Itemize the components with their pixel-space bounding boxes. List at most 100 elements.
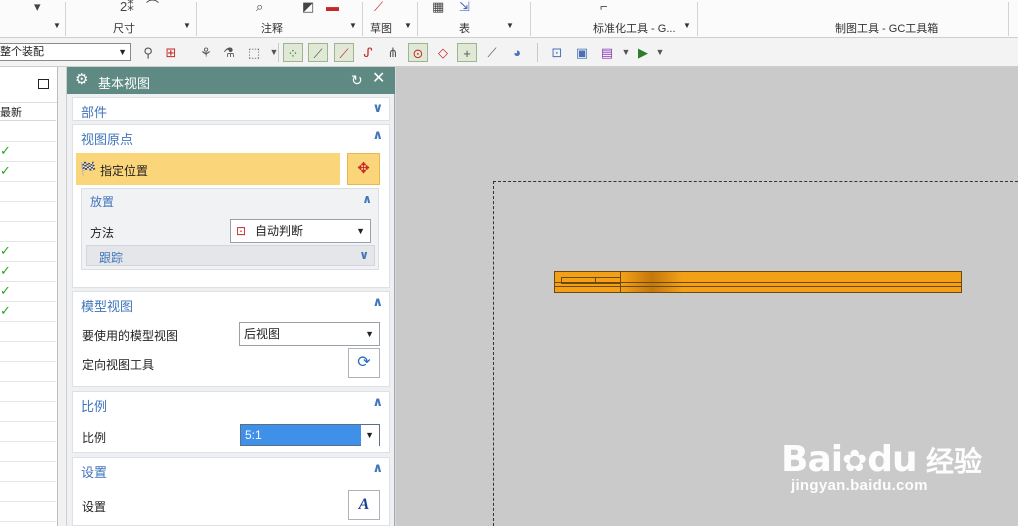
navigator-row[interactable]: [0, 222, 56, 242]
sketch-line-icon[interactable]: ⟋: [374, 0, 383, 14]
chevron-down-icon[interactable]: ∨: [359, 248, 369, 262]
point-on-curve-icon[interactable]: ⟋: [482, 43, 502, 62]
settings-button[interactable]: A: [348, 490, 380, 520]
navigator-row[interactable]: ✓: [0, 262, 56, 282]
datum-icon[interactable]: ▬: [326, 0, 339, 14]
watermark-brand-2: du: [867, 439, 917, 480]
group-dropdown-icon[interactable]: ▼: [53, 21, 61, 30]
navigator-row[interactable]: [0, 182, 56, 202]
ribbon-separator: [362, 2, 363, 36]
specify-location-label: 指定位置: [100, 164, 149, 178]
ribbon-separator: [530, 2, 531, 36]
line-snap-icon[interactable]: ⟋: [308, 43, 328, 62]
chevron-up-icon[interactable]: ∧: [372, 394, 383, 410]
specify-location-row[interactable]: 🏁 指定位置: [76, 153, 340, 185]
group-dropdown-icon[interactable]: ▼: [404, 21, 412, 30]
ribbon-separator: [417, 2, 418, 36]
chevron-down-icon[interactable]: ▾: [34, 0, 41, 14]
check-icon: ✓: [0, 263, 11, 278]
view-image-icon[interactable]: ▣: [572, 43, 592, 62]
section-header-model-view[interactable]: 模型视图 ∧: [73, 292, 389, 314]
section-header-scale[interactable]: 比例 ∧: [73, 392, 389, 414]
image-icon[interactable]: ◩: [302, 0, 314, 14]
assembly-select-icon[interactable]: ⚘: [196, 43, 216, 62]
group-label-sketch: 草图: [370, 23, 392, 35]
model-view-select[interactable]: 后视图 ▼: [239, 322, 380, 346]
group-dropdown-icon[interactable]: ▼: [183, 21, 191, 30]
midpoint-snap-icon[interactable]: ⟋: [334, 43, 354, 62]
navigator-row[interactable]: ✓: [0, 302, 56, 322]
navigator-row[interactable]: [0, 122, 56, 142]
section-title-view-origin: 视图原点: [81, 132, 134, 147]
layout-icon[interactable]: ▤: [597, 43, 617, 62]
navigator-row[interactable]: [0, 382, 56, 402]
standard-tool-icon[interactable]: ⌐: [600, 0, 608, 14]
drawing-canvas[interactable]: Bai✿du 经验 jingyan.baidu.com: [396, 67, 1018, 526]
navigator-row[interactable]: [0, 502, 56, 522]
select-filter-icon[interactable]: ⊞: [161, 43, 181, 62]
chevron-up-icon[interactable]: ∧: [362, 192, 372, 206]
navigator-row[interactable]: [0, 482, 56, 502]
orient-view-tool-button[interactable]: ⟳: [348, 348, 380, 378]
group-dropdown-icon[interactable]: ▼: [683, 21, 691, 30]
section-header-settings[interactable]: 设置 ∧: [73, 458, 389, 480]
navigator-row[interactable]: ✓: [0, 162, 56, 182]
method-select[interactable]: ⊡ 自动判断 ▼: [230, 219, 371, 243]
rectangle-select-icon[interactable]: ⬚: [244, 43, 264, 62]
point-on-surface-icon[interactable]: ◕: [507, 43, 527, 62]
navigator-row[interactable]: ✓: [0, 282, 56, 302]
center-snap-icon[interactable]: ⊙: [408, 43, 428, 62]
note-icon[interactable]: ⌕: [256, 0, 263, 14]
view-preview-part[interactable]: [554, 271, 962, 293]
scale-select[interactable]: 5:1 ▼: [240, 424, 380, 447]
gear-icon[interactable]: ⚙: [75, 71, 88, 89]
placement-title[interactable]: 放置: [90, 193, 114, 210]
assembly-filter-select[interactable]: 整个装配 ▼: [0, 43, 131, 61]
tracking-label: 跟踪: [99, 251, 124, 265]
reset-icon[interactable]: ↻: [351, 71, 363, 89]
navigator-row[interactable]: [0, 442, 56, 462]
dimension-icon[interactable]: 2⁑: [120, 0, 134, 14]
component-select-icon[interactable]: ⚗: [219, 43, 239, 62]
navigator-row[interactable]: ✓: [0, 242, 56, 262]
check-icon: ✓: [0, 283, 11, 298]
navigator-row[interactable]: [0, 342, 56, 362]
navigator-row[interactable]: [0, 402, 56, 422]
quadrant-snap-icon[interactable]: ◇: [433, 43, 453, 62]
section-header-part[interactable]: 部件 ∨: [73, 98, 389, 120]
table-icon[interactable]: ▦: [432, 0, 444, 14]
settings-label: 设置: [82, 500, 107, 514]
navigator-row[interactable]: [0, 422, 56, 442]
intersection-snap-icon[interactable]: ⋔: [383, 43, 403, 62]
navigator-column-header[interactable]: 最新: [0, 105, 56, 121]
specify-location-button[interactable]: ✥: [347, 153, 380, 185]
tracking-group[interactable]: 跟踪 ∨: [86, 245, 375, 266]
chevron-down-icon[interactable]: ∨: [372, 100, 383, 116]
snap-points-icon[interactable]: ⁘: [283, 43, 303, 62]
part-edge: [555, 286, 961, 287]
chevron-up-icon[interactable]: ∧: [372, 460, 383, 476]
maximize-icon[interactable]: [38, 79, 49, 89]
navigator-row[interactable]: [0, 202, 56, 222]
navigator-row[interactable]: [0, 462, 56, 482]
assembly-filter-value: 整个装配: [0, 46, 44, 58]
crosshair-snap-icon[interactable]: +: [457, 43, 477, 62]
curve-snap-icon[interactable]: ᔑ: [358, 43, 378, 62]
chevron-up-icon[interactable]: ∧: [372, 294, 383, 310]
arc-dimension-icon[interactable]: ⌒: [146, 0, 159, 14]
section-header-view-origin[interactable]: 视图原点 ∧: [73, 125, 389, 147]
chevron-down-icon[interactable]: ▼: [650, 43, 670, 62]
navigator-row[interactable]: [0, 362, 56, 382]
chevron-up-icon[interactable]: ∧: [372, 127, 383, 143]
group-dropdown-icon[interactable]: ▼: [506, 21, 514, 30]
section-title-settings: 设置: [81, 465, 108, 480]
chevron-down-icon[interactable]: ▼: [264, 43, 284, 62]
method-value: 自动判断: [255, 224, 304, 238]
close-icon[interactable]: ✕: [372, 70, 385, 88]
table-link-icon[interactable]: ⇲: [459, 0, 470, 14]
group-dropdown-icon[interactable]: ▼: [349, 21, 357, 30]
navigator-row[interactable]: [0, 322, 56, 342]
view-zoom-icon[interactable]: ⊡: [547, 43, 567, 62]
snap-icon[interactable]: ⚲: [138, 43, 158, 62]
navigator-row[interactable]: ✓: [0, 142, 56, 162]
